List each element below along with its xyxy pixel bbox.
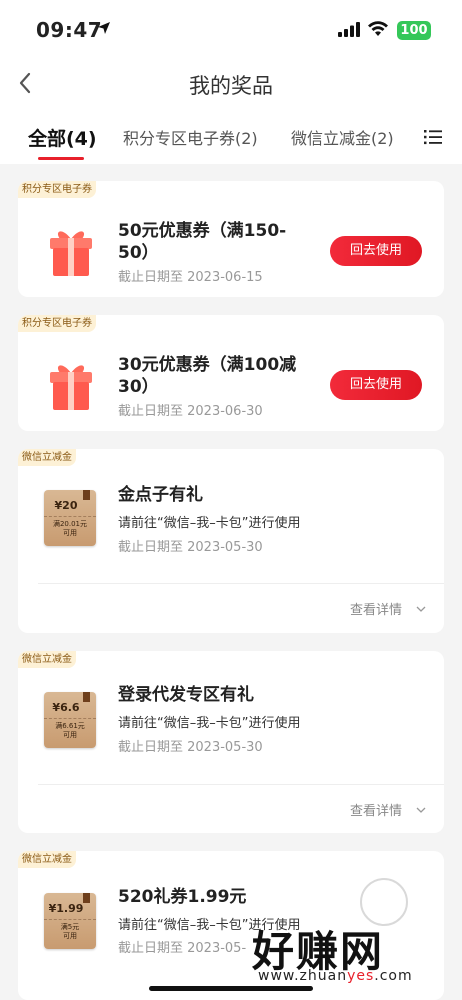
expiry-date: 截止日期至 2023-06-30 [118, 404, 263, 419]
coupon-condition: 满20.01元 可用 [52, 520, 88, 537]
use-button[interactable]: 回去使用 [330, 370, 422, 400]
view-details-link[interactable]: 查看详情 [350, 599, 402, 618]
nav-bar: 我的奖品 [0, 60, 462, 110]
prize-title: 520礼券1.99元 [118, 887, 247, 907]
prize-title: 登录代发专区有礼 [118, 685, 254, 705]
page-title: 我的奖品 [189, 74, 273, 98]
coupon-amount: ¥6.6 [52, 701, 80, 714]
prize-card: 微信立减金 ¥20 满20.01元 可用 金点子有礼 请前往“微信–我–卡包”进行… [18, 449, 444, 633]
wifi-icon [368, 21, 388, 36]
coupon-condition: 满6.61元 可用 [55, 722, 85, 739]
card-category-tag: 微信立减金 [18, 449, 76, 466]
chevron-down-icon [416, 807, 426, 813]
use-button[interactable]: 回去使用 [330, 236, 422, 266]
location-arrow-icon [98, 22, 110, 34]
prize-card: 微信立减金 ¥6.6 满6.61元 可用 登录代发专区有礼 请前往“微信–我–卡包… [18, 651, 444, 833]
gift-box-icon [50, 231, 92, 276]
expiry-date: 截止日期至 2023-05-30 [118, 740, 263, 755]
tab-all[interactable]: 全部(4) [28, 124, 97, 151]
list-menu-icon[interactable] [424, 129, 442, 145]
prize-title: 50元优惠券（满150-50） [118, 221, 287, 263]
prize-title: 30元优惠券（满100减30） [118, 355, 297, 397]
watermark-url: www.zhuanyes.com [258, 968, 413, 984]
expiry-date: 截止日期至 2023-06-15 [118, 270, 263, 285]
gift-box-icon [50, 365, 92, 410]
tab-wechat-discount[interactable]: 微信立减金(2) [291, 125, 394, 149]
prize-card: 积分专区电子券 30元优惠券（满100减30） 截止日期至 2023-06-30… [18, 315, 444, 431]
view-details-link[interactable]: 查看详情 [350, 800, 402, 819]
home-indicator[interactable] [149, 986, 313, 991]
coupon-divider [44, 919, 96, 920]
card-divider [38, 784, 444, 785]
tab-bar: 全部(4) 积分专区电子券(2) 微信立减金(2) [0, 110, 462, 164]
coupon-divider [44, 516, 96, 517]
prize-card: 积分专区电子券 50元优惠券（满150-50） 截止日期至 2023-06-15… [18, 181, 444, 297]
coupon-amount: ¥1.99 [48, 902, 84, 915]
card-category-tag: 微信立减金 [18, 851, 76, 868]
battery-indicator: 100 [397, 21, 431, 40]
status-bar: 09:47 100 [0, 0, 462, 60]
usage-instruction: 请前往“微信–我–卡包”进行使用 [118, 716, 301, 731]
card-divider [38, 583, 444, 584]
status-time: 09:47 [36, 18, 103, 42]
cellular-signal-icon [338, 22, 360, 37]
expiry-date: 截止日期至 2023-05- [118, 941, 247, 956]
card-category-tag: 积分专区电子券 [18, 181, 96, 198]
coupon-divider [44, 718, 96, 719]
wechat-coupon-icon: ¥6.6 满6.61元 可用 [44, 692, 96, 748]
prize-title: 金点子有礼 [118, 485, 203, 505]
card-category-tag: 微信立减金 [18, 651, 76, 668]
active-tab-underline [38, 157, 84, 160]
coupon-condition: 满5元 可用 [60, 923, 80, 940]
wechat-coupon-icon: ¥20 满20.01元 可用 [44, 490, 96, 546]
card-category-tag: 积分专区电子券 [18, 315, 96, 332]
coupon-amount: ¥20 [54, 499, 78, 512]
tab-points-coupons[interactable]: 积分专区电子券(2) [123, 125, 258, 149]
usage-instruction: 请前往“微信–我–卡包”进行使用 [118, 516, 301, 531]
chevron-down-icon [416, 606, 426, 612]
wechat-coupon-icon: ¥1.99 满5元 可用 [44, 893, 96, 949]
expiry-date: 截止日期至 2023-05-30 [118, 540, 263, 555]
